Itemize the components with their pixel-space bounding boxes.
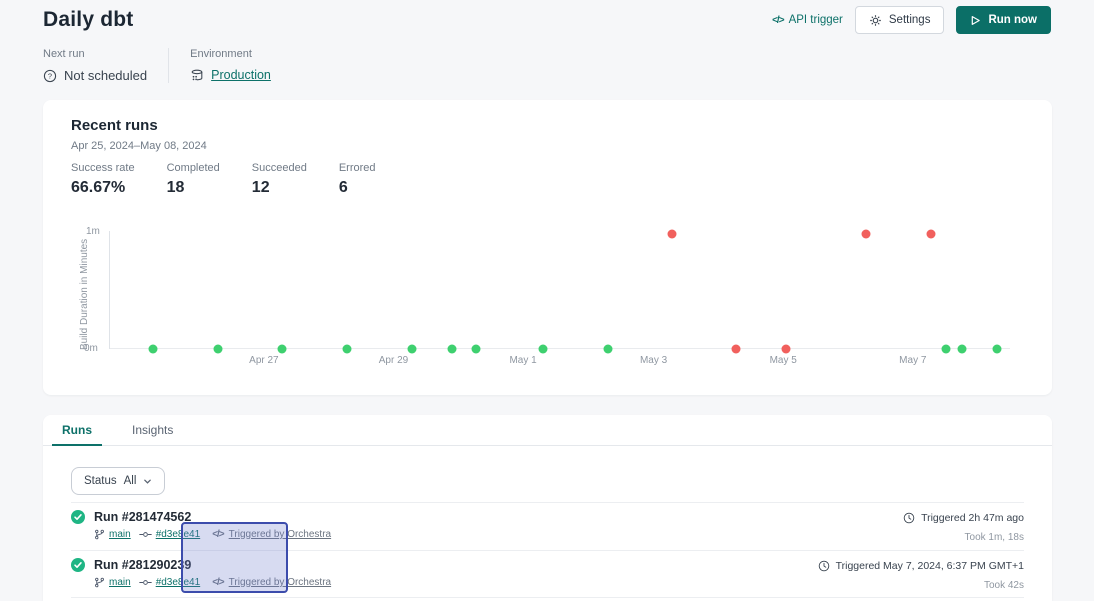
- triggered-by-link[interactable]: </> Triggered by Orchestra: [212, 577, 331, 588]
- environment-database-icon: [190, 68, 204, 82]
- triggered-by-link[interactable]: </> Triggered by Orchestra: [212, 529, 331, 540]
- tabs-bar: Runs Insights: [43, 415, 1052, 446]
- code-icon: </>: [212, 577, 223, 588]
- chart-xtick: May 7: [899, 355, 926, 366]
- settings-label: Settings: [889, 14, 931, 26]
- clock-icon: [903, 512, 915, 524]
- next-run-block: Next run ? Not scheduled: [43, 48, 147, 83]
- chart-run-dot-error[interactable]: [667, 230, 676, 239]
- run-timing: Triggered May 7, 2024, 6:37 PM GMT+1 Too…: [818, 551, 1024, 597]
- run-timing: Triggered 2h 47m ago Took 1m, 18s: [903, 503, 1024, 550]
- stat-success-rate: Success rate 66.67%: [71, 162, 135, 197]
- commit-link[interactable]: #d3e8e41: [139, 577, 201, 588]
- success-check-icon: [71, 510, 85, 524]
- page-title: Daily dbt: [43, 8, 133, 32]
- run-row-281474562[interactable]: Run #281474562 main #d3e8e41: [71, 502, 1024, 550]
- success-check-icon: [71, 558, 85, 572]
- branch-link[interactable]: main: [94, 529, 131, 540]
- chart-run-dot-success[interactable]: [538, 345, 547, 354]
- recent-runs-date-range: Apr 25, 2024–May 08, 2024: [71, 140, 207, 152]
- code-icon: </>: [772, 15, 783, 26]
- recent-runs-card: Recent runs Apr 25, 2024–May 08, 2024 Su…: [43, 100, 1052, 395]
- chevron-down-icon: [143, 477, 152, 486]
- api-trigger-link[interactable]: </> API trigger: [772, 14, 843, 26]
- stat-completed: Completed 18: [167, 162, 220, 197]
- chart-run-dot-error[interactable]: [862, 230, 871, 239]
- runs-card: Runs Insights Status All Run #281474562: [43, 415, 1052, 601]
- environment-value: Production: [190, 68, 271, 82]
- chart-xtick: May 3: [640, 355, 667, 366]
- play-icon: [970, 15, 981, 26]
- chart-y-axis-label: Build Duration in Minutes: [79, 230, 90, 350]
- run-title[interactable]: Run #281474562: [94, 510, 191, 524]
- run-now-button[interactable]: Run now: [956, 6, 1051, 34]
- job-meta: Next run ? Not scheduled Environment Pro…: [43, 48, 271, 83]
- chart-xtick: Apr 29: [379, 355, 408, 366]
- run-took-text: Took 42s: [818, 580, 1024, 591]
- svg-text:?: ?: [48, 71, 52, 80]
- runs-list: Run #281474562 main #d3e8e41: [71, 502, 1024, 598]
- chart-run-dot-success[interactable]: [277, 345, 286, 354]
- chart-run-dot-success[interactable]: [342, 345, 351, 354]
- git-branch-icon: [94, 529, 105, 540]
- next-run-label: Next run: [43, 48, 147, 60]
- environment-block: Environment Production: [190, 48, 271, 83]
- git-commit-icon: [139, 530, 152, 539]
- chart-run-dot-success[interactable]: [603, 345, 612, 354]
- chart-run-dot-success[interactable]: [993, 345, 1002, 354]
- chart-run-dot-error[interactable]: [926, 230, 935, 239]
- chart-run-dot-success[interactable]: [942, 345, 951, 354]
- environment-link[interactable]: Production: [211, 68, 271, 82]
- environment-label: Environment: [190, 48, 271, 60]
- gear-icon: [869, 14, 882, 27]
- chart-run-dot-error[interactable]: [732, 345, 741, 354]
- chart-xtick: May 1: [509, 355, 536, 366]
- next-run-value: ? Not scheduled: [43, 68, 147, 83]
- run-title[interactable]: Run #281290239: [94, 558, 191, 572]
- chart-baseline: [110, 348, 1010, 349]
- stat-succeeded: Succeeded 12: [252, 162, 307, 197]
- schedule-question-icon: ?: [43, 69, 57, 83]
- status-filter-value: All: [124, 475, 137, 487]
- branch-link[interactable]: main: [94, 577, 131, 588]
- api-trigger-label: API trigger: [789, 14, 843, 26]
- settings-button[interactable]: Settings: [855, 6, 945, 34]
- run-took-text: Took 1m, 18s: [903, 532, 1024, 543]
- chart-run-dot-success[interactable]: [214, 345, 223, 354]
- commit-link[interactable]: #d3e8e41: [139, 529, 201, 540]
- git-branch-icon: [94, 577, 105, 588]
- stat-errored: Errored 6: [339, 162, 383, 197]
- run-row-281290239[interactable]: Run #281290239 main #d3e8e41: [71, 550, 1024, 598]
- chart-ytick-1m: 1m: [86, 226, 100, 237]
- git-commit-icon: [139, 578, 152, 587]
- status-filter-label: Status: [84, 475, 117, 487]
- recent-runs-title: Recent runs: [71, 117, 158, 134]
- tab-runs[interactable]: Runs: [60, 415, 94, 445]
- tab-insights[interactable]: Insights: [130, 415, 175, 445]
- code-icon: </>: [212, 529, 223, 540]
- run-now-label: Run now: [988, 14, 1037, 26]
- chart-run-dot-error[interactable]: [781, 345, 790, 354]
- run-triggered-text: Triggered 2h 47m ago: [921, 512, 1024, 524]
- chart-run-dot-success[interactable]: [472, 345, 481, 354]
- chart-run-dot-success[interactable]: [408, 345, 417, 354]
- chart-xtick: Apr 27: [249, 355, 278, 366]
- chart-run-dot-success[interactable]: [448, 345, 457, 354]
- chart-run-dot-success[interactable]: [958, 345, 967, 354]
- header-actions: </> API trigger Settings Run now: [772, 6, 1051, 34]
- clock-icon: [818, 560, 830, 572]
- page-header: Daily dbt </> API trigger Settings Run n…: [43, 2, 1051, 38]
- stats-row: Success rate 66.67% Completed 18 Succeed…: [71, 162, 415, 197]
- run-triggered-text: Triggered May 7, 2024, 6:37 PM GMT+1: [836, 560, 1024, 572]
- run-info: Run #281290239 main #d3e8e41: [71, 551, 331, 597]
- chart-xtick: May 5: [770, 355, 797, 366]
- chart-plot: 1m 0m Apr 27Apr 29May 1May 3May 5May 7: [109, 231, 1010, 349]
- meta-divider: [168, 48, 169, 83]
- run-info: Run #281474562 main #d3e8e41: [71, 503, 331, 550]
- status-filter-dropdown[interactable]: Status All: [71, 467, 165, 495]
- chart-run-dot-success[interactable]: [149, 345, 158, 354]
- chart-ytick-0m: 0m: [84, 343, 98, 354]
